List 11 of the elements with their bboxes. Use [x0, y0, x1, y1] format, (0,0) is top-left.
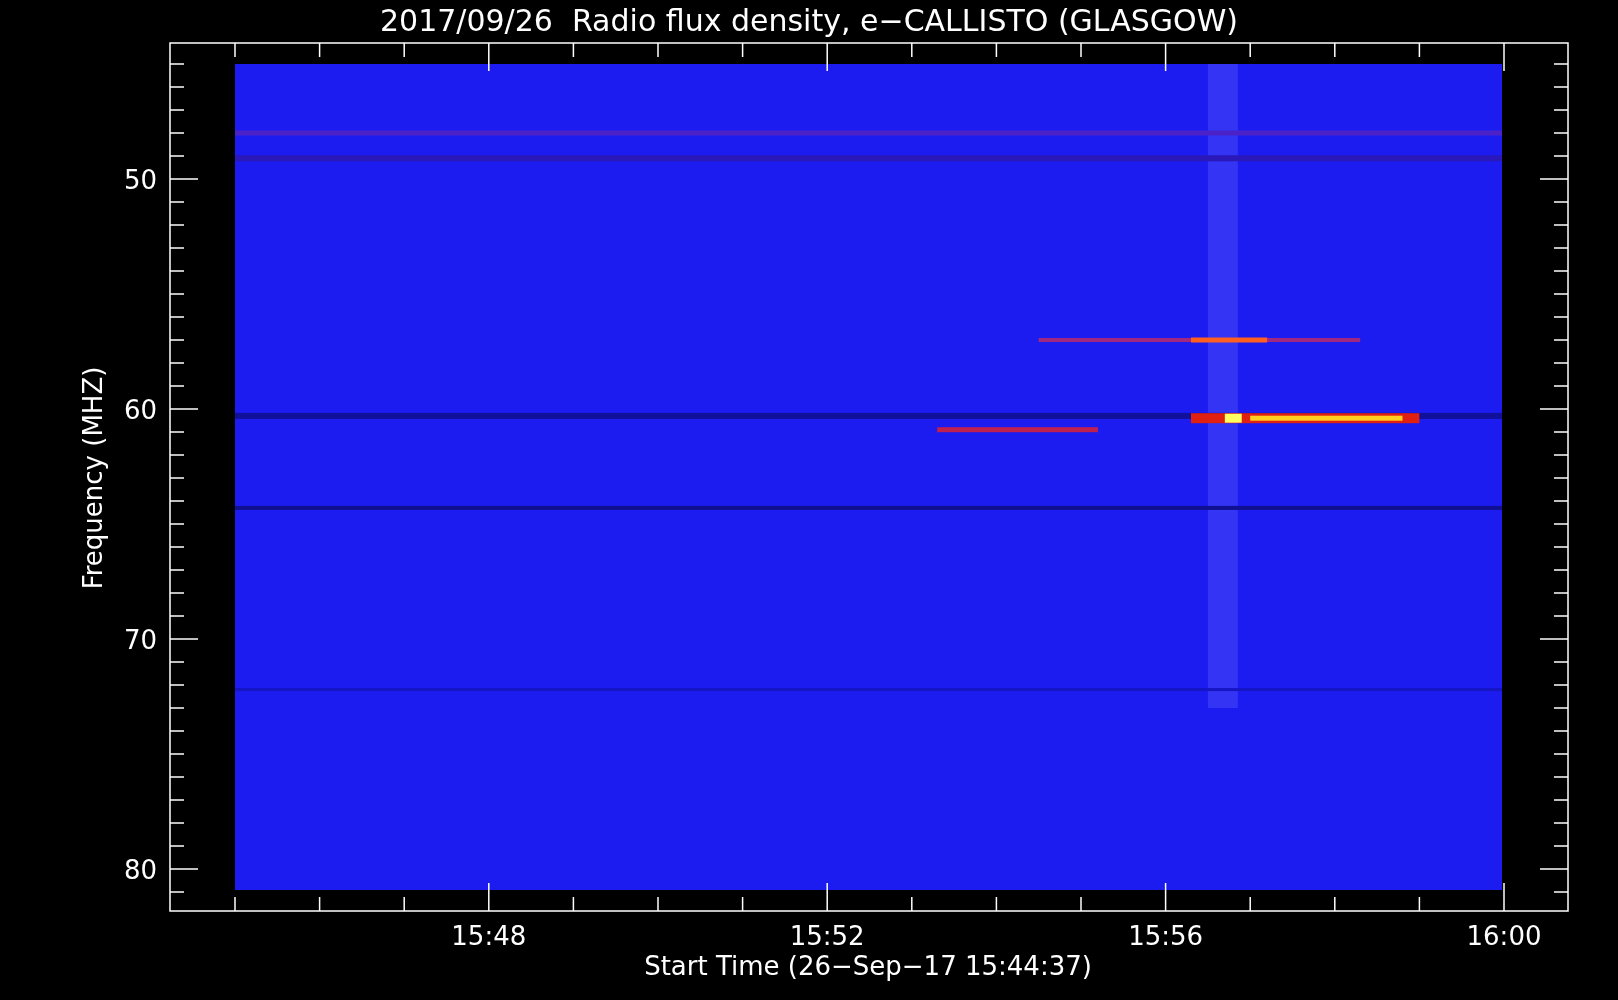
- x-tick-label: 16:00: [1466, 921, 1542, 951]
- x-tick-label: 15:52: [789, 921, 865, 951]
- y-axis-label: Frequency (MHZ): [78, 366, 108, 590]
- y-tick-label: 70: [123, 625, 157, 655]
- y-tick-label: 80: [123, 855, 157, 885]
- x-tick-label: 15:56: [1128, 921, 1204, 951]
- chart-title: 2017/09/26 Radio flux density, e−CALLISTO (GLASGOW): [379, 3, 1239, 38]
- x-tick-label: 15:48: [451, 921, 527, 951]
- x-axis-label: Start Time (26−Sep−17 15:44:37): [644, 951, 1092, 981]
- y-tick-label: 60: [123, 395, 157, 425]
- y-tick-label: 50: [123, 165, 157, 195]
